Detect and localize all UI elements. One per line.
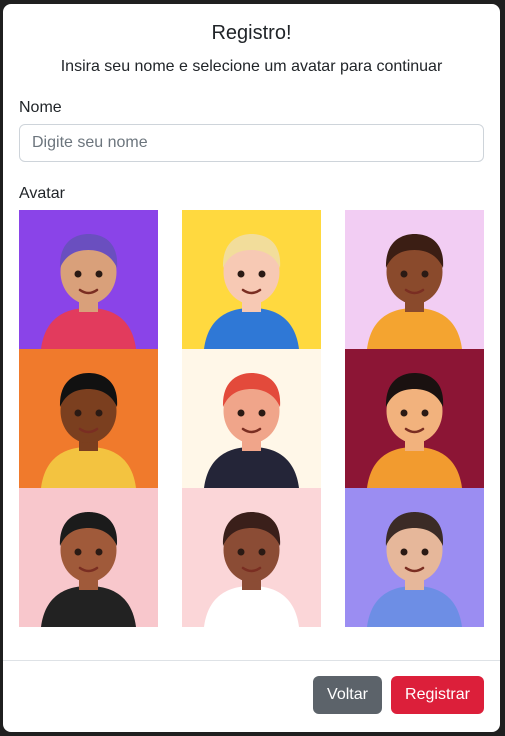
modal-subtitle: Insira seu nome e selecione um avatar pa… [60, 58, 443, 75]
avatar-portrait [345, 349, 484, 488]
footer-divider [3, 660, 500, 661]
avatar-portrait [19, 488, 158, 627]
avatar-option-4[interactable] [19, 349, 158, 488]
avatar-portrait [182, 210, 321, 349]
avatar-portrait [345, 210, 484, 349]
register-button[interactable]: Registrar [391, 676, 484, 714]
name-label: Nome [19, 99, 62, 116]
avatar-option-5[interactable] [182, 349, 321, 488]
avatar-option-1[interactable] [19, 210, 158, 349]
registration-modal: Registro! Insira seu nome e selecione um… [3, 4, 500, 732]
avatar-option-7[interactable] [19, 488, 158, 627]
avatar-portrait [182, 488, 321, 627]
avatar-portrait [182, 349, 321, 488]
avatar-portrait [19, 210, 158, 349]
back-button[interactable]: Voltar [313, 676, 382, 714]
avatar-portrait [345, 488, 484, 627]
name-input[interactable] [19, 124, 484, 162]
avatar-grid [19, 210, 484, 627]
modal-title: Registro! [211, 22, 292, 44]
avatar-option-8[interactable] [182, 488, 321, 627]
avatar-portrait [19, 349, 158, 488]
avatar-option-3[interactable] [345, 210, 484, 349]
avatar-label: Avatar [19, 185, 65, 202]
avatar-option-6[interactable] [345, 349, 484, 488]
avatar-option-2[interactable] [182, 210, 321, 349]
avatar-option-9[interactable] [345, 488, 484, 627]
